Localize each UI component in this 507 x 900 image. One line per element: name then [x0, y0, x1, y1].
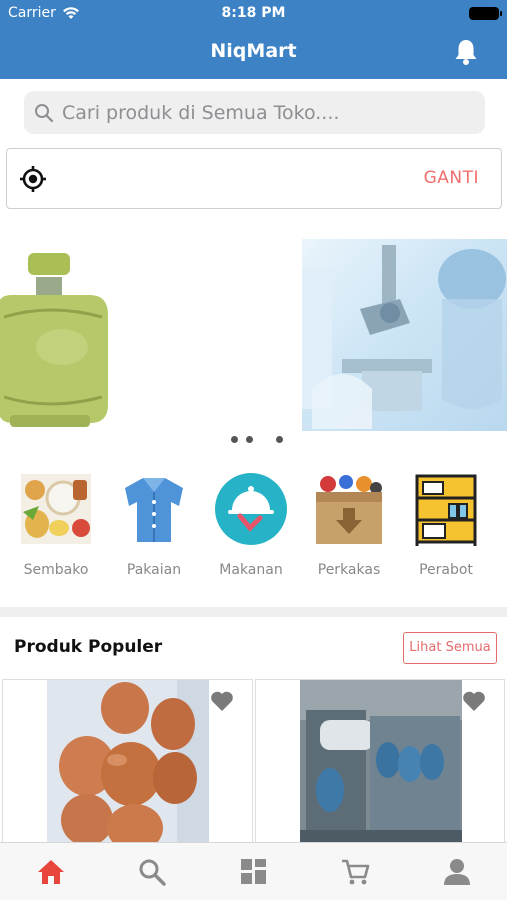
category-makanan[interactable]: Makanan	[204, 472, 298, 578]
status-time: 8:18 PM	[221, 5, 286, 21]
shirt-icon	[117, 472, 191, 546]
category-list: Sembako Pakaian Makanan Perkakas Perabot	[0, 472, 507, 587]
popular-products-title: Produk Populer	[14, 637, 163, 657]
shelf-icon	[409, 472, 483, 546]
profile-icon[interactable]	[442, 857, 472, 887]
category-label: Perkakas	[317, 562, 381, 578]
change-location-button[interactable]: GANTI	[424, 168, 479, 188]
search-icon[interactable]	[137, 857, 167, 887]
category-perabot[interactable]: Perabot	[399, 472, 493, 578]
category-pakaian[interactable]: Pakaian	[107, 472, 201, 578]
category-perkakas[interactable]: Perkakas	[302, 472, 396, 578]
app-title: NiqMart	[210, 40, 297, 62]
tools-box-icon	[312, 472, 386, 546]
battery-icon	[469, 7, 502, 20]
app-header: Carrier 8:18 PM NiqMart	[0, 0, 507, 79]
category-label: Makanan	[219, 562, 283, 578]
carousel-dot	[231, 436, 238, 443]
location-selector[interactable]: GANTI	[6, 148, 502, 209]
product-card[interactable]	[255, 679, 505, 844]
bottom-tab-bar	[0, 842, 507, 900]
locate-target-icon	[20, 166, 46, 192]
category-label: Pakaian	[126, 562, 182, 578]
home-icon[interactable]	[36, 857, 66, 887]
categories-grid-icon[interactable]	[239, 857, 269, 887]
promo-banner-carousel[interactable]	[0, 237, 507, 433]
bell-icon[interactable]	[453, 38, 479, 66]
water-gallon-store-photo	[300, 680, 462, 843]
status-bar: Carrier 8:18 PM	[0, 0, 507, 28]
lpg-cylinder-image	[0, 253, 108, 427]
product-card[interactable]	[2, 679, 253, 844]
laboratory-banner-image	[302, 239, 507, 431]
heart-icon[interactable]	[210, 690, 234, 712]
groceries-icon	[19, 472, 93, 546]
section-divider	[0, 607, 507, 617]
category-label: Perabot	[419, 562, 473, 578]
eggs-photo	[47, 680, 209, 843]
see-all-button[interactable]: Lihat Semua	[403, 632, 497, 664]
search-icon	[35, 103, 54, 122]
search-input[interactable]: Cari produk di Semua Toko....	[62, 102, 339, 124]
heart-icon[interactable]	[462, 690, 486, 712]
carousel-indicator	[0, 436, 507, 444]
carousel-dot-active	[276, 436, 283, 443]
search-bar[interactable]: Cari produk di Semua Toko....	[24, 91, 485, 134]
category-sembako[interactable]: Sembako	[9, 472, 103, 578]
category-label: Sembako	[23, 562, 89, 578]
carousel-dot	[246, 436, 253, 443]
food-cloche-icon	[214, 472, 288, 546]
cart-icon[interactable]	[340, 857, 370, 887]
